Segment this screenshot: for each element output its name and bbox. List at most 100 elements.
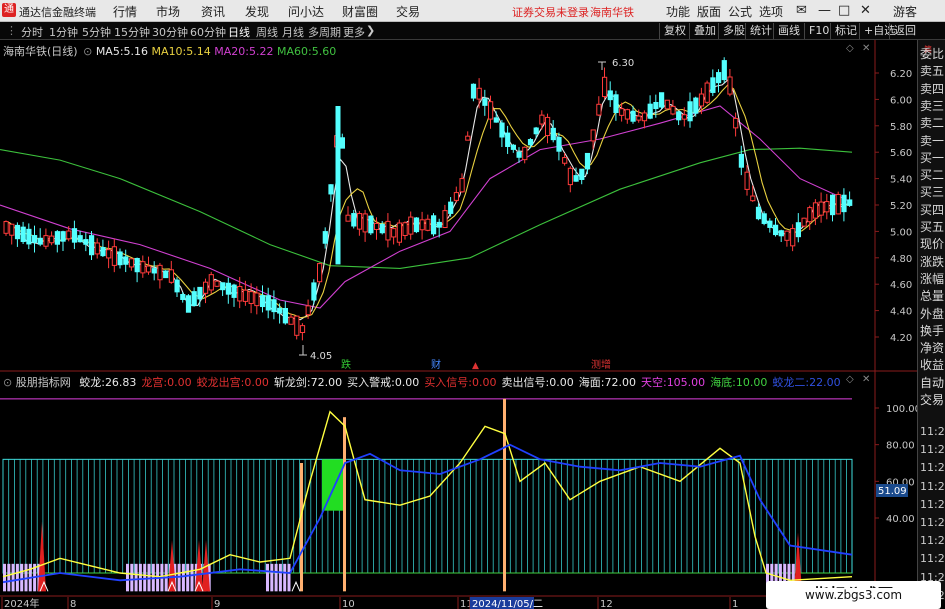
sidebar-item[interactable]: 涨跌 xyxy=(920,256,944,268)
candle[interactable] xyxy=(630,110,636,122)
tab-period-monthly[interactable]: 月线 xyxy=(282,24,304,40)
candle[interactable] xyxy=(659,92,665,108)
candle[interactable] xyxy=(562,157,568,164)
candle[interactable] xyxy=(185,295,192,313)
candle[interactable] xyxy=(368,215,374,234)
candle[interactable] xyxy=(157,264,163,281)
candle[interactable] xyxy=(208,274,214,291)
tab-period-1min[interactable]: 1分钟 xyxy=(49,24,78,40)
candle[interactable] xyxy=(459,178,465,193)
candle[interactable] xyxy=(220,282,226,291)
tab-period-5min[interactable]: 5分钟 xyxy=(82,24,111,40)
candle[interactable] xyxy=(288,316,294,325)
tab-period-30min[interactable]: 30分钟 xyxy=(152,24,188,40)
candle[interactable] xyxy=(847,199,853,206)
guest-login[interactable]: 游客 xyxy=(893,3,917,20)
candle[interactable] xyxy=(436,221,442,228)
candle[interactable] xyxy=(505,132,511,147)
close-icon[interactable]: ✕ xyxy=(860,3,871,18)
candle[interactable] xyxy=(801,217,807,227)
menu-market[interactable]: 市场 xyxy=(156,3,180,20)
event-marker-forecast[interactable]: 测增 xyxy=(591,358,611,371)
candle[interactable] xyxy=(830,194,836,216)
candle[interactable] xyxy=(453,192,459,201)
adjust-rights-button[interactable]: 复权 xyxy=(659,23,686,39)
candle[interactable] xyxy=(374,222,380,231)
tab-period-multi[interactable]: 多周期 xyxy=(308,24,341,40)
indicator-close-icon[interactable]: ✕ xyxy=(862,374,870,385)
candle[interactable] xyxy=(596,103,602,116)
sidebar-item[interactable]: 卖四 xyxy=(920,83,944,95)
candle[interactable] xyxy=(271,299,277,313)
tab-period-timeshare[interactable]: 分时 xyxy=(21,24,43,40)
candle[interactable] xyxy=(613,94,619,114)
candle[interactable] xyxy=(168,269,175,283)
overlay-button[interactable]: 叠加 xyxy=(689,23,716,39)
candle[interactable] xyxy=(670,105,676,115)
sidebar-item[interactable]: 买三 xyxy=(920,186,944,198)
candle[interactable] xyxy=(146,265,152,273)
candle[interactable] xyxy=(311,282,317,301)
candle[interactable] xyxy=(385,220,391,241)
toolbar-menu-icon[interactable]: ⋮ xyxy=(6,24,17,37)
candle[interactable] xyxy=(37,237,43,245)
menu-layout[interactable]: 版面 xyxy=(697,3,721,20)
panel-close-icon[interactable]: ✕ xyxy=(862,43,870,54)
candle[interactable] xyxy=(305,305,311,316)
indicator-collapse-icon[interactable]: ◇ xyxy=(846,374,854,385)
candle[interactable] xyxy=(812,202,819,219)
candle[interactable] xyxy=(442,210,448,228)
candle[interactable] xyxy=(106,249,112,259)
candle[interactable] xyxy=(351,213,357,227)
candle[interactable] xyxy=(20,226,26,243)
sidebar-item[interactable]: 买二 xyxy=(920,169,944,181)
candle[interactable] xyxy=(465,135,471,141)
stock-name[interactable]: 海南华铁 xyxy=(3,45,47,58)
candle[interactable] xyxy=(584,152,591,170)
candle[interactable] xyxy=(60,231,66,242)
candle[interactable] xyxy=(721,60,727,81)
candle[interactable] xyxy=(767,220,773,228)
menu-wealth-circle[interactable]: 财富圈 xyxy=(342,3,378,20)
menu-function[interactable]: 功能 xyxy=(666,3,690,20)
candle[interactable] xyxy=(470,83,477,99)
sidebar-item[interactable]: 外盘 xyxy=(920,308,944,320)
stock-chart-area[interactable]: 6.20 6.00 5.80 5.60 5.40 5.20 5.00 4.80 4.60 4.40… xyxy=(0,40,917,609)
candle[interactable] xyxy=(607,90,613,101)
candle[interactable] xyxy=(379,223,385,234)
sidebar-item[interactable]: 总量 xyxy=(920,290,944,302)
f10-button[interactable]: F10 xyxy=(804,23,829,39)
candle[interactable] xyxy=(231,284,237,298)
candle[interactable] xyxy=(260,295,266,308)
sidebar-item[interactable]: 卖五 xyxy=(920,65,944,77)
candle[interactable] xyxy=(664,99,670,110)
candle[interactable] xyxy=(733,117,739,129)
candle[interactable] xyxy=(413,217,420,233)
candle[interactable] xyxy=(653,101,659,110)
candle[interactable] xyxy=(128,258,135,268)
candle[interactable] xyxy=(100,246,106,257)
candle[interactable] xyxy=(391,228,397,238)
candle[interactable] xyxy=(151,268,157,274)
candle[interactable] xyxy=(488,101,494,120)
indicator-name[interactable]: 股朋指标网 xyxy=(16,376,71,389)
candle[interactable] xyxy=(676,111,682,121)
candle[interactable] xyxy=(824,201,830,213)
sidebar-item[interactable]: 换手 xyxy=(920,325,944,337)
candle[interactable] xyxy=(698,93,705,107)
candle[interactable] xyxy=(704,82,710,103)
tab-period-weekly[interactable]: 周线 xyxy=(256,24,278,40)
candle[interactable] xyxy=(180,294,186,300)
candle[interactable] xyxy=(431,215,437,235)
candle[interactable] xyxy=(681,114,687,120)
candle[interactable] xyxy=(328,184,334,195)
candle[interactable] xyxy=(294,315,300,336)
candle[interactable] xyxy=(14,224,21,240)
sidebar-item[interactable]: 卖三 xyxy=(920,100,944,112)
candle[interactable] xyxy=(277,307,283,314)
candle[interactable] xyxy=(527,139,534,146)
settings-icon[interactable]: ⊙ xyxy=(83,45,92,58)
candle[interactable] xyxy=(533,127,539,135)
candle[interactable] xyxy=(26,228,32,245)
candle[interactable] xyxy=(94,242,100,255)
